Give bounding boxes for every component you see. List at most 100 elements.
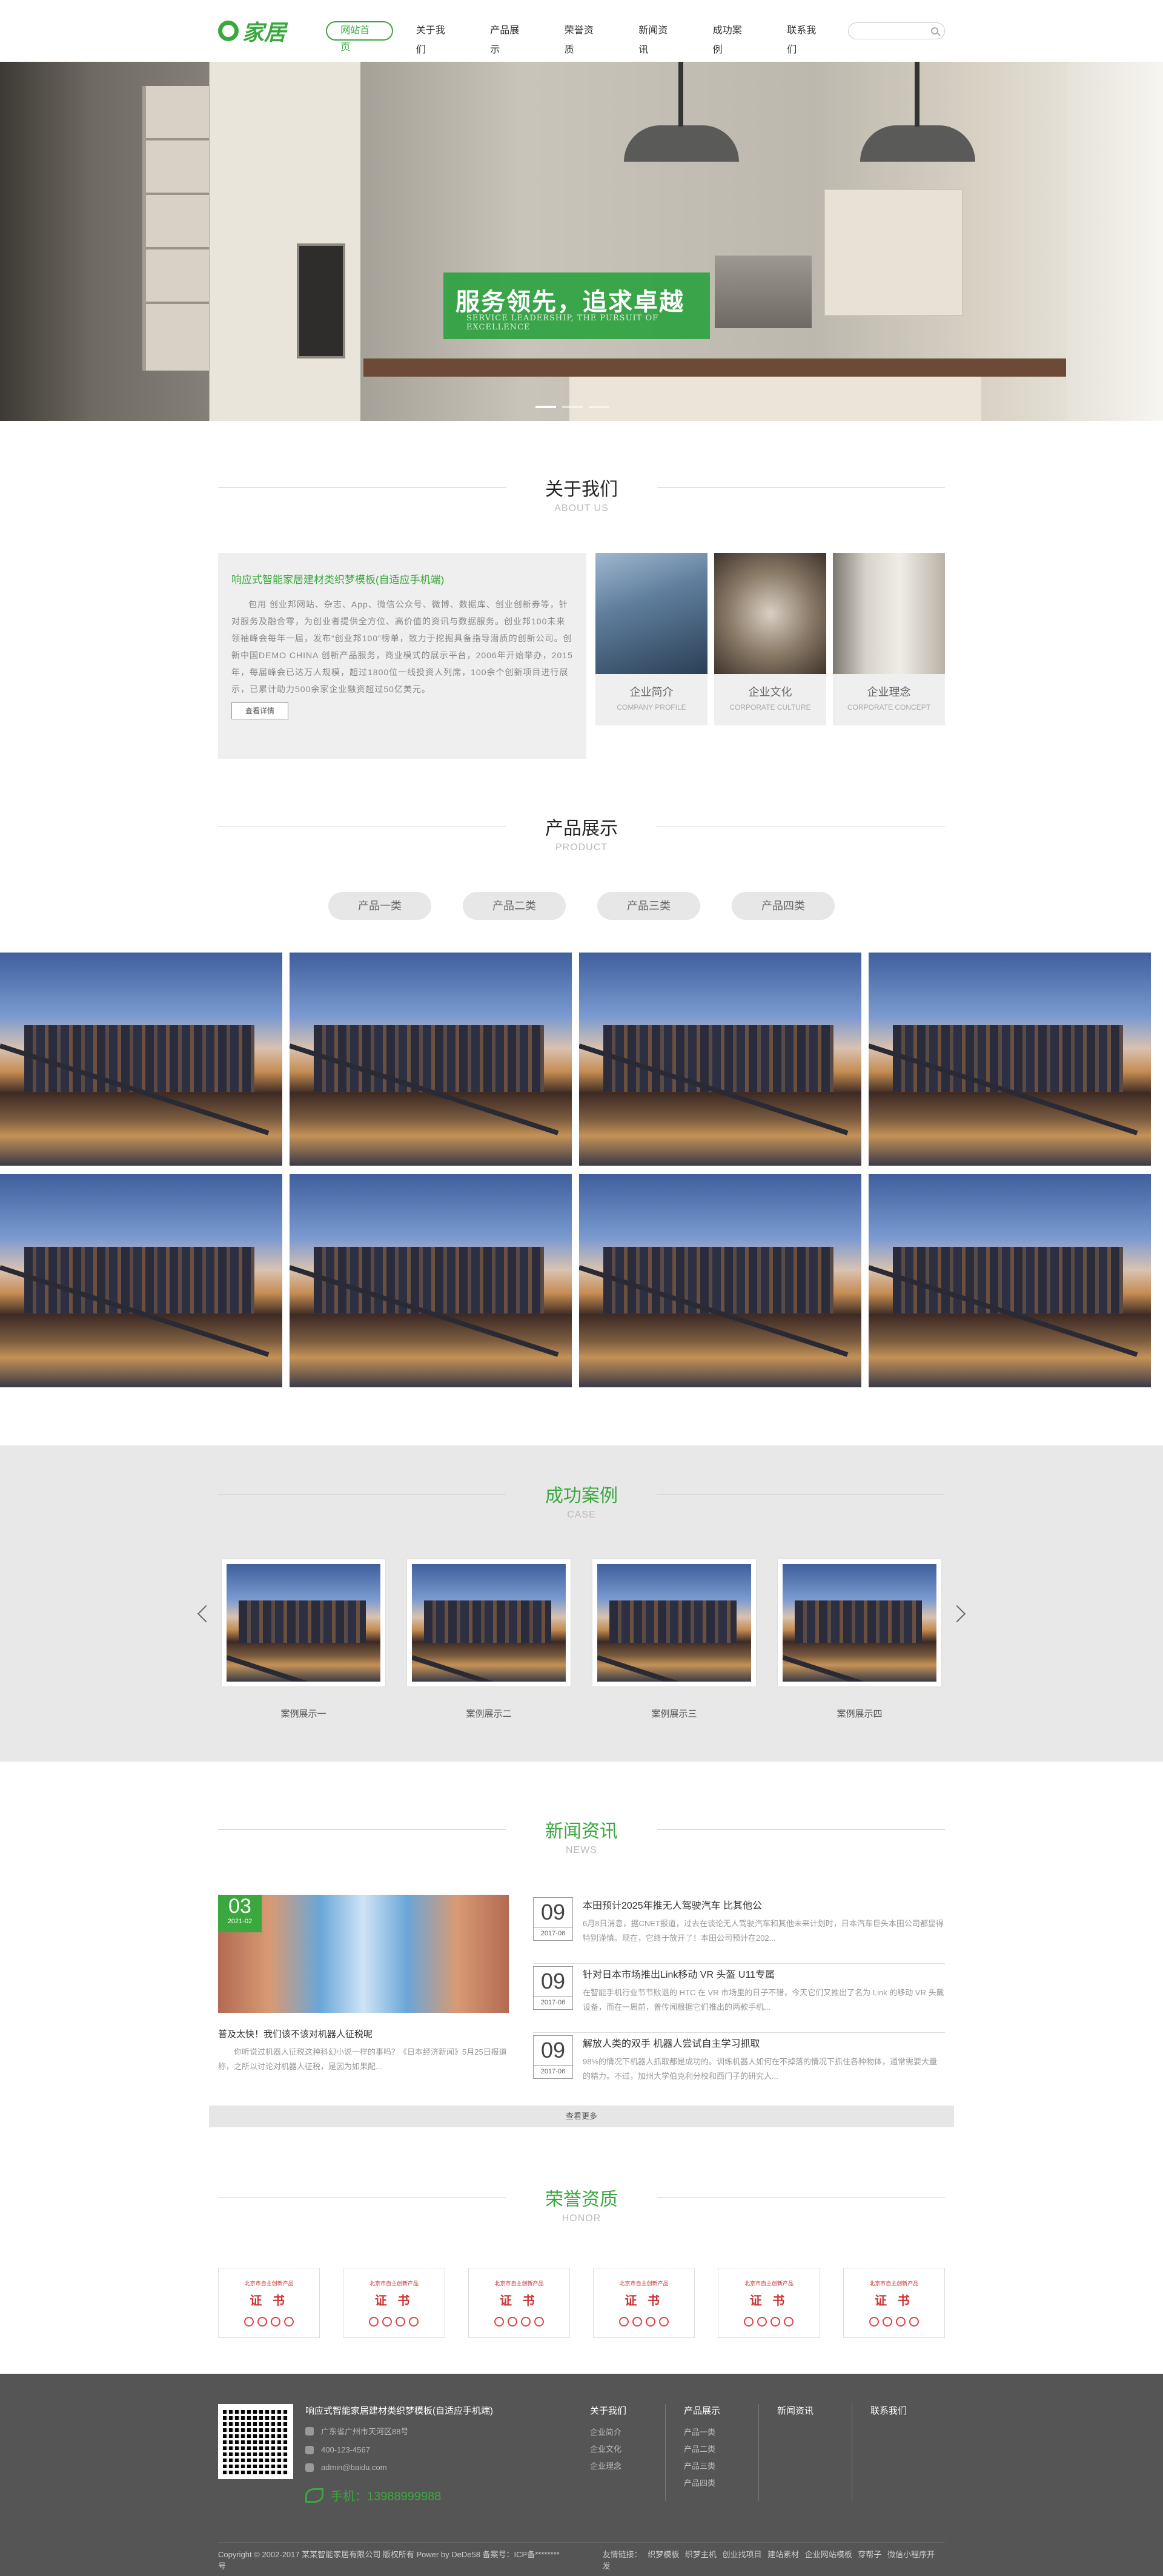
tab-product-4[interactable]: 产品四类	[732, 892, 835, 920]
footer-col-title[interactable]: 产品展示	[684, 2404, 758, 2417]
nav-contact[interactable]: 联系我们	[774, 21, 838, 55]
featured-news-summary: 你听说过机器人征税这种科幻小说一样的事吗？《日本经济新闻》5月25日报道称，之所…	[218, 2047, 507, 2071]
friend-links-label: 友情链接：	[602, 2549, 642, 2559]
prev-arrow-icon[interactable]	[197, 1605, 215, 1623]
banner-lamp	[624, 62, 739, 162]
footer-link[interactable]: 产品四类	[684, 2475, 758, 2492]
footer-col-title[interactable]: 新闻资讯	[777, 2404, 852, 2417]
certificate[interactable]: 北京市自主创新产品证 书	[343, 2268, 445, 2338]
friend-link[interactable]: 企业网站模板	[805, 2550, 852, 2559]
case-image	[597, 1564, 751, 1682]
featured-news[interactable]: 03 2021-02 普及太快！我们该不该对机器人征税呢 你听说过机器人征税这种…	[218, 1895, 509, 2102]
friend-link[interactable]: 织梦模板	[648, 2550, 679, 2559]
list-item[interactable]: 09 2017-06 本田预计2025年推无人驾驶汽车 比其他公 6月8日消息，…	[533, 1895, 945, 1964]
nav-cases[interactable]: 成功案例	[700, 21, 764, 55]
friend-link[interactable]: 创业找项目	[723, 2550, 762, 2559]
footer-link[interactable]: 企业文化	[590, 2441, 665, 2458]
news-summary: 6月8日消息，据CNET报道，过去在谈论无人驾驶汽车和其他未来计划时，日本汽车巨…	[583, 1919, 944, 1943]
about-heading[interactable]: 响应式智能家居建材类织梦模板(自适应手机端)	[231, 571, 573, 586]
nav-products[interactable]: 产品展示	[477, 21, 542, 55]
card-title: 企业理念	[867, 686, 911, 698]
product-image[interactable]	[869, 953, 1151, 1166]
footer: 响应式智能家居建材类织梦模板(自适应手机端) 广东省广州市天河区88号 400-…	[0, 2374, 1163, 2576]
about-card-culture[interactable]: 企业文化 CORPORATE CULTURE	[714, 553, 826, 725]
product-image[interactable]	[579, 953, 861, 1166]
search-icon[interactable]	[931, 27, 938, 35]
nav-about[interactable]: 关于我们	[403, 21, 468, 55]
footer-col-title[interactable]: 联系我们	[870, 2404, 945, 2417]
nav-news[interactable]: 新闻资讯	[625, 21, 690, 55]
footer-bottom: Copyright © 2002-2017 某某智能家居有限公司 版权所有 Po…	[218, 2542, 945, 2576]
footer-email[interactable]: admin@baidu.com	[321, 2463, 387, 2472]
slider-dot[interactable]	[589, 406, 609, 408]
nav-honor[interactable]: 荣誉资质	[551, 21, 616, 55]
case-item[interactable]: 案例展示二	[407, 1559, 571, 1720]
news-section: 新闻资讯 NEWS 03 2021-02 普及太快！我们该不该对机器人征税呢 你…	[218, 1762, 945, 2102]
email-icon	[305, 2463, 314, 2472]
certificate[interactable]: 北京市自主创新产品证 书	[218, 2268, 320, 2338]
slider-dot[interactable]	[562, 406, 583, 408]
about-text: 包用 创业邦网站、杂志、App、微信公众号、微博、数据库、创业创新券等，针对服务…	[231, 599, 573, 694]
friend-link[interactable]: 织梦主机	[685, 2550, 717, 2559]
case-section: 成功案例 CASE 案例展示一 案例展示二 案例展示三 案例展示四	[0, 1445, 1163, 1762]
tab-product-1[interactable]: 产品一类	[328, 892, 431, 920]
slider-dot[interactable]	[535, 406, 556, 408]
banner-title: 服务领先，追求卓越	[456, 289, 684, 315]
footer-link[interactable]: 产品二类	[684, 2441, 758, 2458]
footer-link[interactable]: 产品三类	[684, 2458, 758, 2475]
certificate[interactable]: 北京市自主创新产品证 书	[718, 2268, 820, 2338]
certificate[interactable]: 北京市自主创新产品证 书	[843, 2268, 945, 2338]
news-title[interactable]: 解放人类的双手 机器人尝试自主学习抓取	[583, 2035, 945, 2050]
product-image[interactable]	[0, 1174, 282, 1387]
product-image[interactable]	[0, 953, 282, 1166]
title-divider	[218, 487, 506, 488]
more-news-button[interactable]: 查看更多	[209, 2105, 954, 2127]
certificate[interactable]: 北京市自主创新产品证 书	[468, 2268, 570, 2338]
nav-home[interactable]: 网站首页	[326, 21, 393, 53]
next-arrow-icon[interactable]	[948, 1605, 966, 1623]
about-card-concept[interactable]: 企业理念 CORPORATE CONCEPT	[833, 553, 945, 725]
product-image[interactable]	[290, 953, 572, 1166]
list-item[interactable]: 09 2017-06 针对日本市场推出Link移动 VR 头盔 U11专属 在智…	[533, 1964, 945, 2033]
search-input[interactable]	[847, 22, 945, 39]
section-subheading: HONOR	[562, 2213, 601, 2224]
tab-product-2[interactable]: 产品二类	[463, 892, 566, 920]
product-title: 产品展示 PRODUCT	[218, 807, 945, 874]
logo[interactable]: 家居	[218, 15, 308, 47]
featured-news-title[interactable]: 普及太快！我们该不该对机器人征税呢	[218, 2027, 509, 2040]
case-item[interactable]: 案例展示四	[778, 1559, 941, 1720]
read-more-button[interactable]: 查看详情	[231, 702, 288, 719]
case-item[interactable]: 案例展示三	[592, 1559, 756, 1720]
about-card-profile[interactable]: 企业简介 COMPANY PROFILE	[595, 553, 707, 725]
friend-link[interactable]: 穿帮子	[858, 2550, 881, 2559]
product-image[interactable]	[869, 1174, 1151, 1387]
footer-link[interactable]: 产品一类	[684, 2424, 758, 2441]
section-heading: 成功案例	[545, 1486, 618, 1506]
friend-link[interactable]: 建站素材	[767, 2550, 799, 2559]
news-summary: 在智能手机行业节节败退的 HTC 在 VR 市场里的日子不错，今天它们又推出了名…	[583, 1988, 944, 2012]
news-list: 09 2017-06 本田预计2025年推无人驾驶汽车 比其他公 6月8日消息，…	[533, 1895, 945, 2102]
date-month: 2017-06	[534, 1927, 572, 1940]
cert-heading: 北京市自主创新产品	[369, 2280, 419, 2287]
card-image	[714, 553, 826, 674]
cert-heading: 北京市自主创新产品	[494, 2280, 544, 2287]
title-divider	[218, 1829, 506, 1830]
news-title[interactable]: 针对日本市场推出Link移动 VR 头盔 U11专属	[583, 1966, 945, 1981]
footer-link[interactable]: 企业简介	[590, 2424, 665, 2441]
news-title[interactable]: 本田预计2025年推无人驾驶汽车 比其他公	[583, 1897, 945, 1912]
product-image[interactable]	[579, 1174, 861, 1387]
date-day: 09	[540, 1900, 566, 1924]
product-image[interactable]	[290, 1174, 572, 1387]
list-item[interactable]: 09 2017-06 解放人类的双手 机器人尝试自主学习抓取 98%的情况下机器…	[533, 2033, 945, 2102]
phone-icon	[305, 2445, 314, 2454]
case-item[interactable]: 案例展示一	[222, 1559, 385, 1720]
title-divider	[657, 1829, 945, 1830]
certificate[interactable]: 北京市自主创新产品证 书	[592, 2268, 695, 2338]
footer-col-contact: 联系我们	[852, 2404, 945, 2501]
footer-col-title[interactable]: 关于我们	[590, 2404, 665, 2417]
header: 家居 网站首页 关于我们 产品展示 荣誉资质 新闻资讯 成功案例 联系我们	[0, 0, 1163, 62]
tab-product-3[interactable]: 产品三类	[597, 892, 700, 920]
footer-link[interactable]: 企业理念	[590, 2458, 665, 2475]
featured-news-image: 03 2021-02	[218, 1895, 509, 2013]
case-title: 成功案例 CASE	[218, 1475, 945, 1541]
